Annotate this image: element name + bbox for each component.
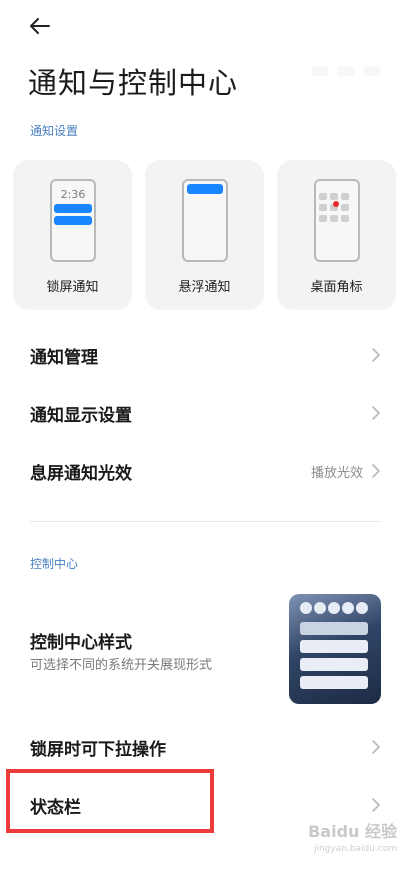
card-label: 悬浮通知 [178,280,231,295]
notification-bar [187,184,223,194]
toggle-circle-icon [328,602,340,614]
highlight-annotation-box [6,769,214,833]
toggle-circle-icon [356,602,368,614]
card-label: 锁屏通知 [46,280,99,295]
section-header-control-center: 控制中心 [30,557,79,571]
app-grid-icon [330,193,338,200]
page-title: 通知与控制中心 [28,66,239,100]
screen-off-notification-light-row[interactable]: 息屏通知光效 播放光效 [0,446,411,496]
arrow-left-icon [30,18,50,34]
row-value: 播放光效 [310,465,363,481]
notification-bar [54,216,92,225]
section-header-notification-settings: 通知设置 [30,124,79,138]
toggle-circle-icon [300,602,312,614]
back-button[interactable] [26,12,54,40]
toggle-circle-icon [342,602,354,614]
desktop-badge-icon [314,179,360,262]
notification-display-settings-row[interactable]: 通知显示设置 [0,388,411,438]
row-label: 通知显示设置 [30,405,132,426]
app-grid-icon [341,204,349,211]
floating-notification-icon [182,179,228,262]
row-subtitle: 可选择不同的系统开关展现形式 [30,658,213,673]
app-grid-icon [330,215,338,222]
faded-status-area [311,66,383,80]
tile-bar [300,658,368,671]
notification-bar [54,204,92,213]
brightness-bar [300,622,368,635]
row-label: 通知管理 [30,347,98,368]
tile-bar [300,676,368,689]
lock-screen-time: 2:36 [60,188,86,201]
pull-down-on-lock-screen-row[interactable]: 锁屏时可下拉操作 [0,722,411,772]
chevron-right-icon [371,347,381,363]
control-center-preview-thumbnail [289,594,381,704]
badge-dot-icon [333,201,339,207]
chevron-right-icon [371,739,381,755]
row-label: 息屏通知光效 [30,463,132,484]
baidu-watermark: Baidu 经验 jingyan.baidu.com [305,818,397,862]
notification-style-cards: 2:36 锁屏通知 悬浮通知 桌面角标 [13,160,396,310]
notification-control-center-page: 通知与控制中心 通知设置 2:36 锁屏通知 悬浮通知 桌面角标 通知管理 通知… [0,0,411,873]
card-label: 桌面角标 [310,280,363,295]
chevron-right-icon [371,463,381,479]
row-label: 锁屏时可下拉操作 [30,739,166,760]
control-center-style-row[interactable]: 控制中心样式 可选择不同的系统开关展现形式 [0,590,411,706]
watermark-url: jingyan.baidu.com [313,844,397,854]
card-desktop-badge[interactable]: 桌面角标 [277,160,396,310]
app-grid-icon [341,215,349,222]
app-grid-icon [319,193,327,200]
tile-bar [300,640,368,653]
card-floating-notification[interactable]: 悬浮通知 [145,160,264,310]
chevron-right-icon [371,405,381,421]
chevron-right-icon [371,797,381,813]
card-lock-screen-notification[interactable]: 2:36 锁屏通知 [13,160,132,310]
app-grid-icon [319,204,327,211]
notification-management-row[interactable]: 通知管理 [0,330,411,380]
app-grid-icon [341,193,349,200]
lock-screen-notification-icon: 2:36 [50,179,96,262]
divider [30,521,381,522]
row-label: 控制中心样式 [30,633,132,653]
toggle-circle-icon [314,602,326,614]
watermark-main: Baidu 经验 [308,822,397,841]
app-grid-icon [319,215,327,222]
